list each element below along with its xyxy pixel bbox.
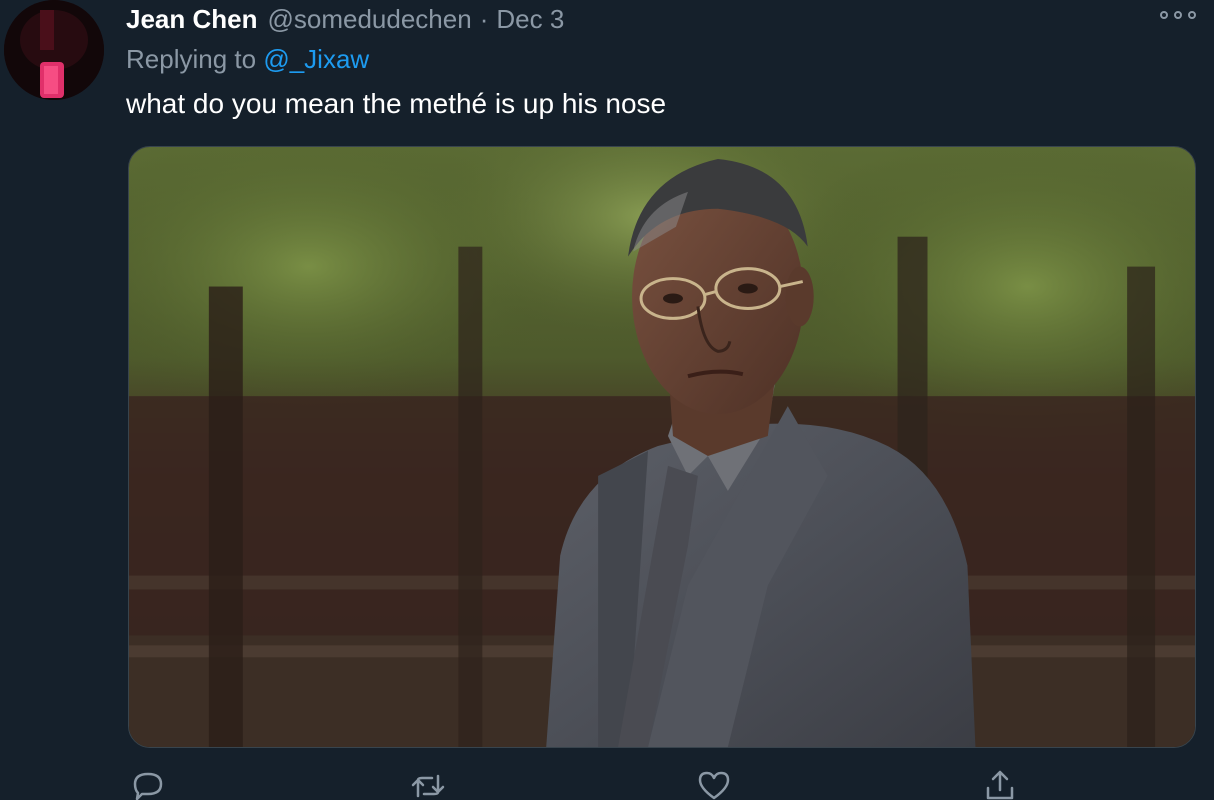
retweet-icon	[411, 774, 445, 798]
tweet-photo	[129, 147, 1195, 747]
tweet-header: Jean Chen @somedudechen · Dec 3	[126, 2, 564, 36]
tweet-date[interactable]: Dec 3	[496, 4, 564, 35]
more-options-icon[interactable]	[1160, 8, 1196, 22]
author-display-name[interactable]: Jean Chen	[126, 4, 258, 35]
reply-mention-link[interactable]: @_Jixaw	[263, 44, 369, 74]
tweet-media[interactable]	[128, 146, 1196, 748]
share-icon	[986, 770, 1014, 800]
tweet-actions	[0, 768, 1214, 800]
retweet-button[interactable]	[410, 768, 450, 800]
reply-icon	[133, 772, 163, 800]
reply-button[interactable]	[130, 768, 170, 800]
more-dot	[1188, 11, 1196, 19]
tweet-text: what do you mean the methé is up his nos…	[126, 88, 667, 119]
more-dot	[1160, 11, 1168, 19]
heart-icon	[698, 771, 730, 800]
share-button[interactable]	[982, 768, 1022, 800]
more-dot	[1174, 11, 1182, 19]
header-separator: ·	[479, 3, 489, 34]
replying-to-line: Replying to @_Jixaw	[126, 44, 369, 75]
like-button[interactable]	[696, 768, 736, 800]
avatar[interactable]	[4, 0, 104, 100]
avatar-image	[4, 0, 104, 100]
replying-to-label: Replying to	[126, 44, 264, 74]
author-handle[interactable]: @somedudechen	[268, 4, 472, 35]
tweet-card[interactable]: Jean Chen @somedudechen · Dec 3 Replying…	[0, 0, 1214, 800]
